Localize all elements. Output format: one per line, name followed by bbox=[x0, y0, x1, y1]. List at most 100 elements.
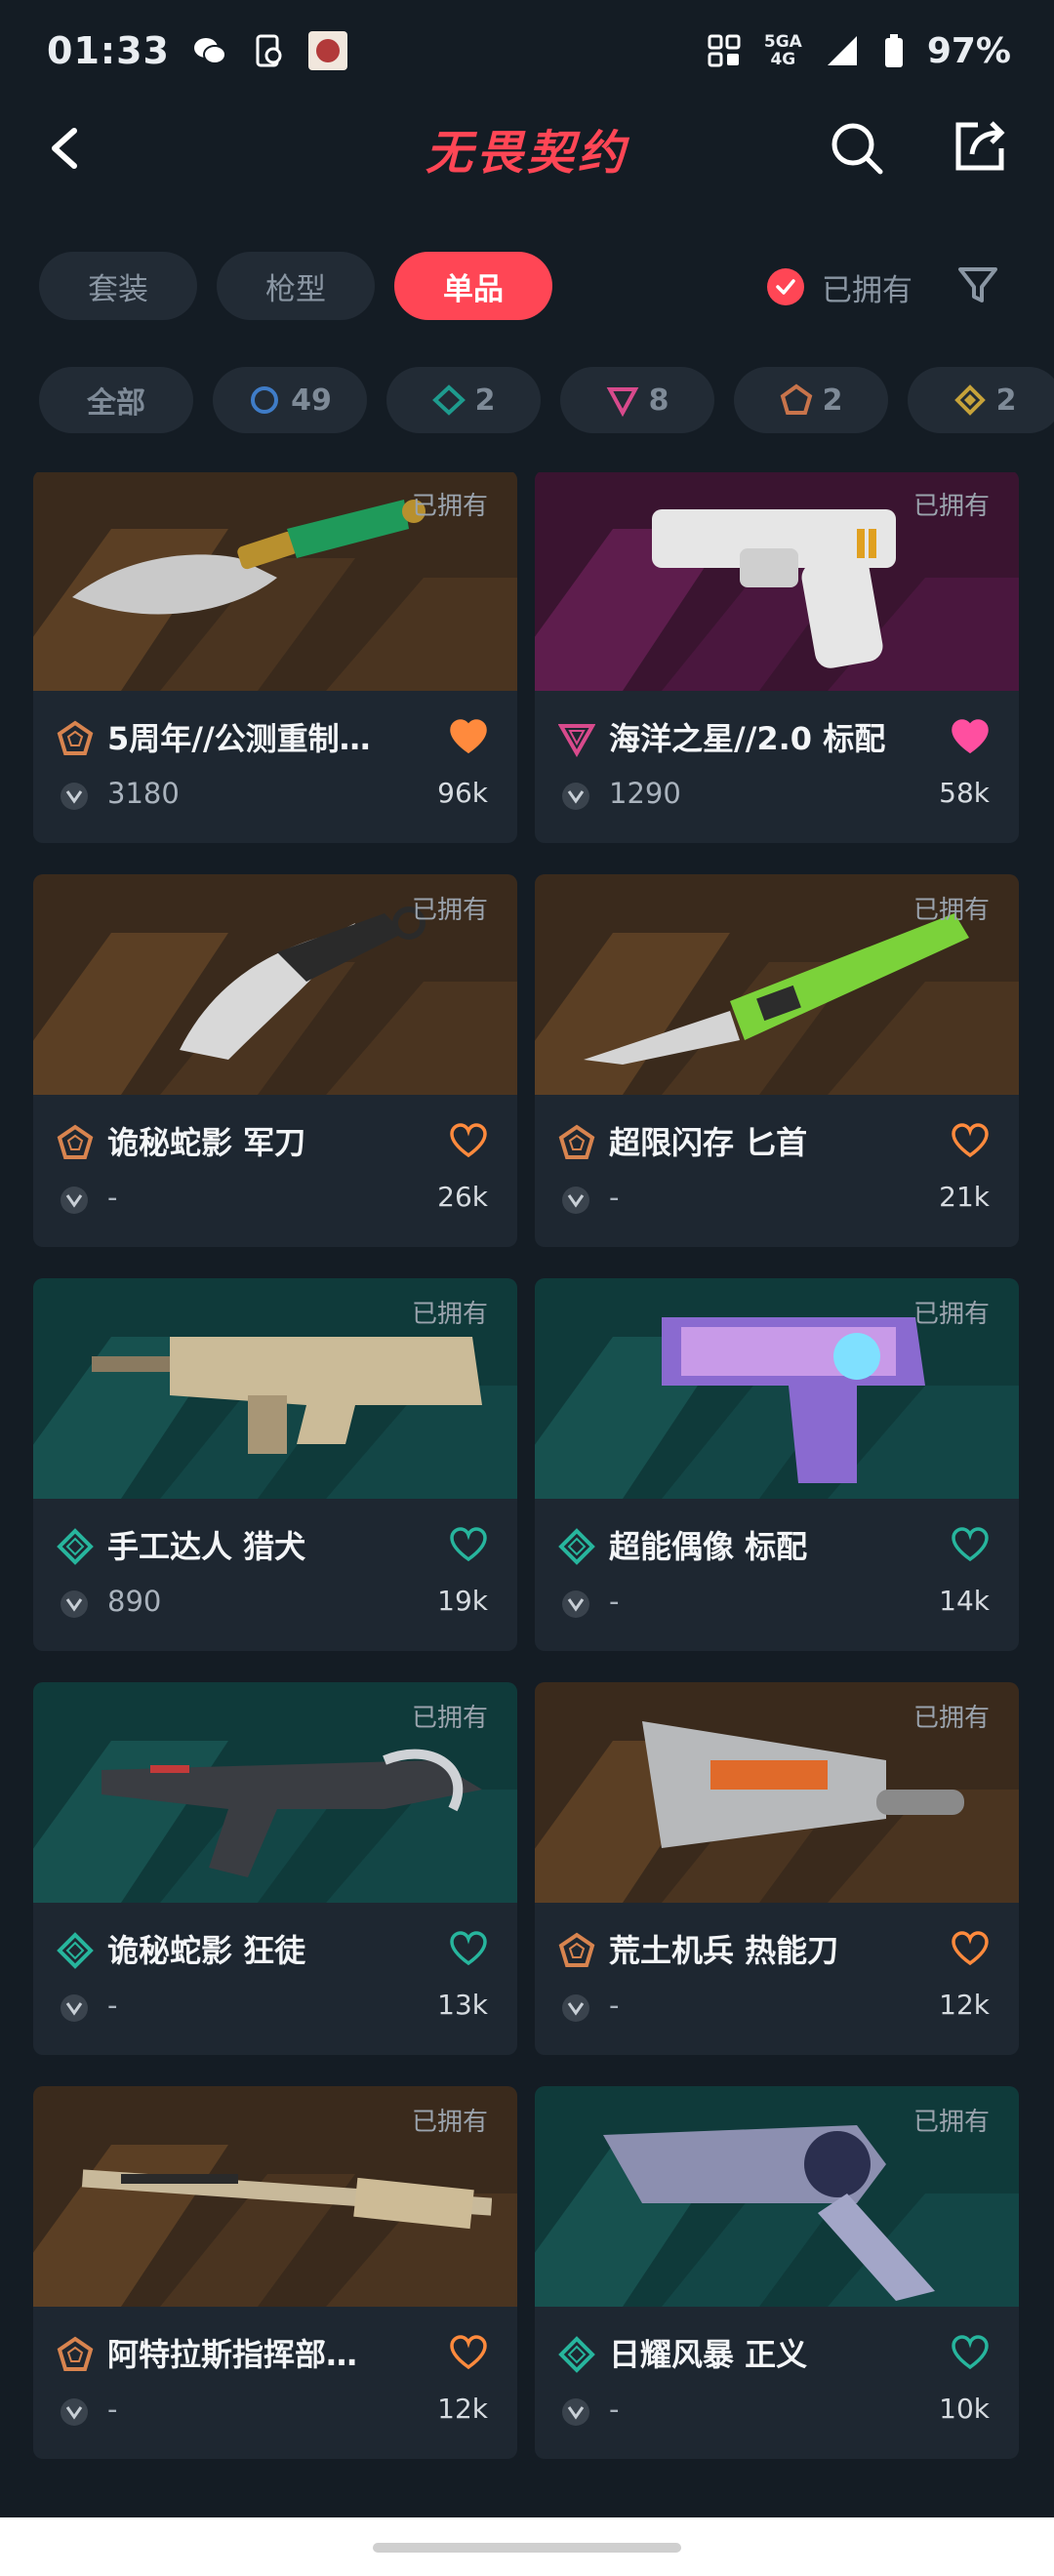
vp-currency-icon bbox=[562, 783, 589, 810]
tier-chip-exclusive[interactable]: 2 bbox=[908, 367, 1054, 433]
app-notification-icon bbox=[307, 31, 347, 70]
owned-label: 已拥有 bbox=[411, 896, 488, 925]
like-heart-icon[interactable] bbox=[449, 1526, 488, 1563]
tier-chip-premium[interactable]: 2 bbox=[734, 367, 888, 433]
owned-label: 已拥有 bbox=[912, 492, 990, 521]
deluxe-tier-icon bbox=[558, 1528, 595, 1565]
deluxe-tier-icon bbox=[558, 2336, 595, 2373]
item-name: 手工达人 猎犬 bbox=[107, 1528, 306, 1565]
wechat-icon bbox=[193, 38, 226, 64]
owned-label: 已拥有 bbox=[411, 1704, 488, 1733]
like-count: 12k bbox=[437, 2393, 488, 2425]
ultra-tier-icon bbox=[558, 724, 595, 757]
item-card[interactable]: 已拥有超能偶像 标配 - 14k bbox=[535, 1278, 1019, 1651]
owned-label: 已拥有 bbox=[912, 2108, 990, 2137]
premium-tier-icon bbox=[780, 383, 812, 415]
like-heart-icon[interactable] bbox=[951, 1526, 990, 1563]
item-info: 诡秘蛇影 军刀 - 26k bbox=[33, 1095, 517, 1247]
tab-sets[interactable]: 套装 bbox=[39, 252, 197, 320]
home-indicator[interactable] bbox=[373, 2543, 681, 2553]
like-heart-icon[interactable] bbox=[951, 1122, 990, 1159]
like-heart-icon[interactable] bbox=[951, 2334, 990, 2371]
share-icon[interactable] bbox=[949, 115, 1011, 178]
like-count: 26k bbox=[437, 1181, 488, 1213]
item-card[interactable]: 已拥有 诡秘蛇影 狂徒 - 13k bbox=[33, 1682, 517, 2055]
status-time: 01:33 bbox=[47, 29, 170, 72]
vp-currency-icon bbox=[61, 1994, 88, 2022]
owned-label: 已拥有 bbox=[411, 492, 488, 521]
item-info: 5周年//公测重制… 3180 96k bbox=[33, 691, 517, 843]
premium-tier-icon bbox=[558, 1124, 595, 1159]
item-card[interactable]: 已拥有 5周年//公测重制… 3180 96k bbox=[33, 472, 517, 843]
item-card[interactable]: 已拥有 手工达人 猎犬 890 19k bbox=[33, 1278, 517, 1651]
item-name: 诡秘蛇影 军刀 bbox=[107, 1124, 306, 1161]
deluxe-tier-icon bbox=[57, 1932, 94, 1969]
item-card[interactable]: 已拥有诡秘蛇影 军刀 - 26k bbox=[33, 874, 517, 1247]
battery-percent: 97% bbox=[926, 30, 1011, 71]
back-arrow-icon[interactable] bbox=[39, 119, 98, 178]
premium-tier-icon bbox=[57, 2336, 94, 2371]
tier-chip-deluxe[interactable]: 2 bbox=[386, 367, 541, 433]
item-price: - bbox=[107, 2393, 118, 2426]
gesture-nav-area bbox=[0, 2517, 1054, 2576]
tier-filter-row: 全部 49 2 8 2 2 bbox=[39, 367, 1054, 433]
filter-funnel-icon[interactable] bbox=[954, 262, 1001, 308]
item-card[interactable]: 已拥有海洋之星//2.0 标配 1290 58k bbox=[535, 472, 1019, 843]
item-info: 超能偶像 标配 - 14k bbox=[535, 1499, 1019, 1651]
item-name: 阿特拉斯指挥部… bbox=[107, 2336, 358, 2373]
item-info: 荒土机兵 热能刀 - 12k bbox=[535, 1903, 1019, 2055]
item-price: - bbox=[107, 1989, 118, 2022]
item-info: 海洋之星//2.0 标配 1290 58k bbox=[535, 691, 1019, 843]
like-heart-icon[interactable] bbox=[449, 1122, 488, 1159]
signal-icon bbox=[827, 36, 857, 65]
like-heart-icon[interactable] bbox=[449, 1930, 488, 1967]
item-name: 日耀风暴 正义 bbox=[609, 2336, 808, 2373]
owned-filter-toggle[interactable]: 已拥有 bbox=[767, 260, 912, 314]
tier-chip-select[interactable]: 49 bbox=[213, 367, 367, 433]
item-grid: 已拥有 5周年//公测重制… 3180 96k 已拥有 海洋之星//2.0 标配 1290 5… bbox=[33, 472, 1021, 2482]
vp-currency-icon bbox=[562, 1187, 589, 1214]
item-card[interactable]: 已拥有超限闪存 匕首 - 21k bbox=[535, 874, 1019, 1247]
like-heart-icon[interactable] bbox=[951, 718, 990, 755]
item-name: 超能偶像 标配 bbox=[609, 1528, 808, 1565]
item-image: 已拥有 bbox=[535, 1682, 1019, 1903]
item-image: 已拥有 bbox=[33, 874, 517, 1095]
vp-currency-icon bbox=[61, 783, 88, 810]
deluxe-tier-icon bbox=[57, 1528, 94, 1565]
item-image: 已拥有 bbox=[535, 1278, 1019, 1499]
like-count: 13k bbox=[437, 1989, 488, 2021]
owned-label: 已拥有 bbox=[912, 896, 990, 925]
tier-chip-all[interactable]: 全部 bbox=[39, 367, 193, 433]
like-heart-icon[interactable] bbox=[951, 1930, 990, 1967]
status-bar: 01:33 5GA 4G 97% bbox=[0, 0, 1054, 101]
item-name: 海洋之星//2.0 标配 bbox=[609, 720, 886, 757]
owned-filter-label: 已拥有 bbox=[822, 272, 912, 308]
vp-currency-icon bbox=[562, 1590, 589, 1618]
vp-currency-icon bbox=[562, 1994, 589, 2022]
search-icon[interactable] bbox=[826, 117, 888, 180]
item-price: - bbox=[609, 2393, 620, 2426]
item-card[interactable]: 已拥有 阿特拉斯指挥部… - 12k bbox=[33, 2086, 517, 2459]
like-count: 58k bbox=[939, 777, 990, 809]
owned-label: 已拥有 bbox=[912, 1300, 990, 1329]
item-price: 890 bbox=[107, 1585, 162, 1618]
premium-tier-icon bbox=[57, 1124, 94, 1159]
tier-chip-ultra[interactable]: 8 bbox=[560, 367, 714, 433]
item-card[interactable]: 已拥有 日耀风暴 正义 - 10k bbox=[535, 2086, 1019, 2459]
item-image: 已拥有 bbox=[33, 1682, 517, 1903]
tab-single-items[interactable]: 单品 bbox=[394, 252, 552, 320]
item-name: 荒土机兵 热能刀 bbox=[609, 1932, 839, 1969]
category-tabs: 套装 枪型 单品 bbox=[39, 252, 552, 320]
item-price: - bbox=[107, 1181, 118, 1214]
like-heart-icon[interactable] bbox=[449, 2334, 488, 2371]
top-bar: 无畏契约 bbox=[0, 101, 1054, 195]
item-info: 日耀风暴 正义 - 10k bbox=[535, 2307, 1019, 2459]
item-info: 超限闪存 匕首 - 21k bbox=[535, 1095, 1019, 1247]
item-card[interactable]: 已拥有 荒土机兵 热能刀 - 12k bbox=[535, 1682, 1019, 2055]
like-count: 12k bbox=[939, 1989, 990, 2021]
like-heart-icon[interactable] bbox=[449, 718, 488, 755]
item-name: 5周年//公测重制… bbox=[107, 720, 371, 757]
tab-weapon-types[interactable]: 枪型 bbox=[217, 252, 375, 320]
owned-label: 已拥有 bbox=[411, 1300, 488, 1329]
exclusive-tier-icon bbox=[953, 384, 986, 416]
